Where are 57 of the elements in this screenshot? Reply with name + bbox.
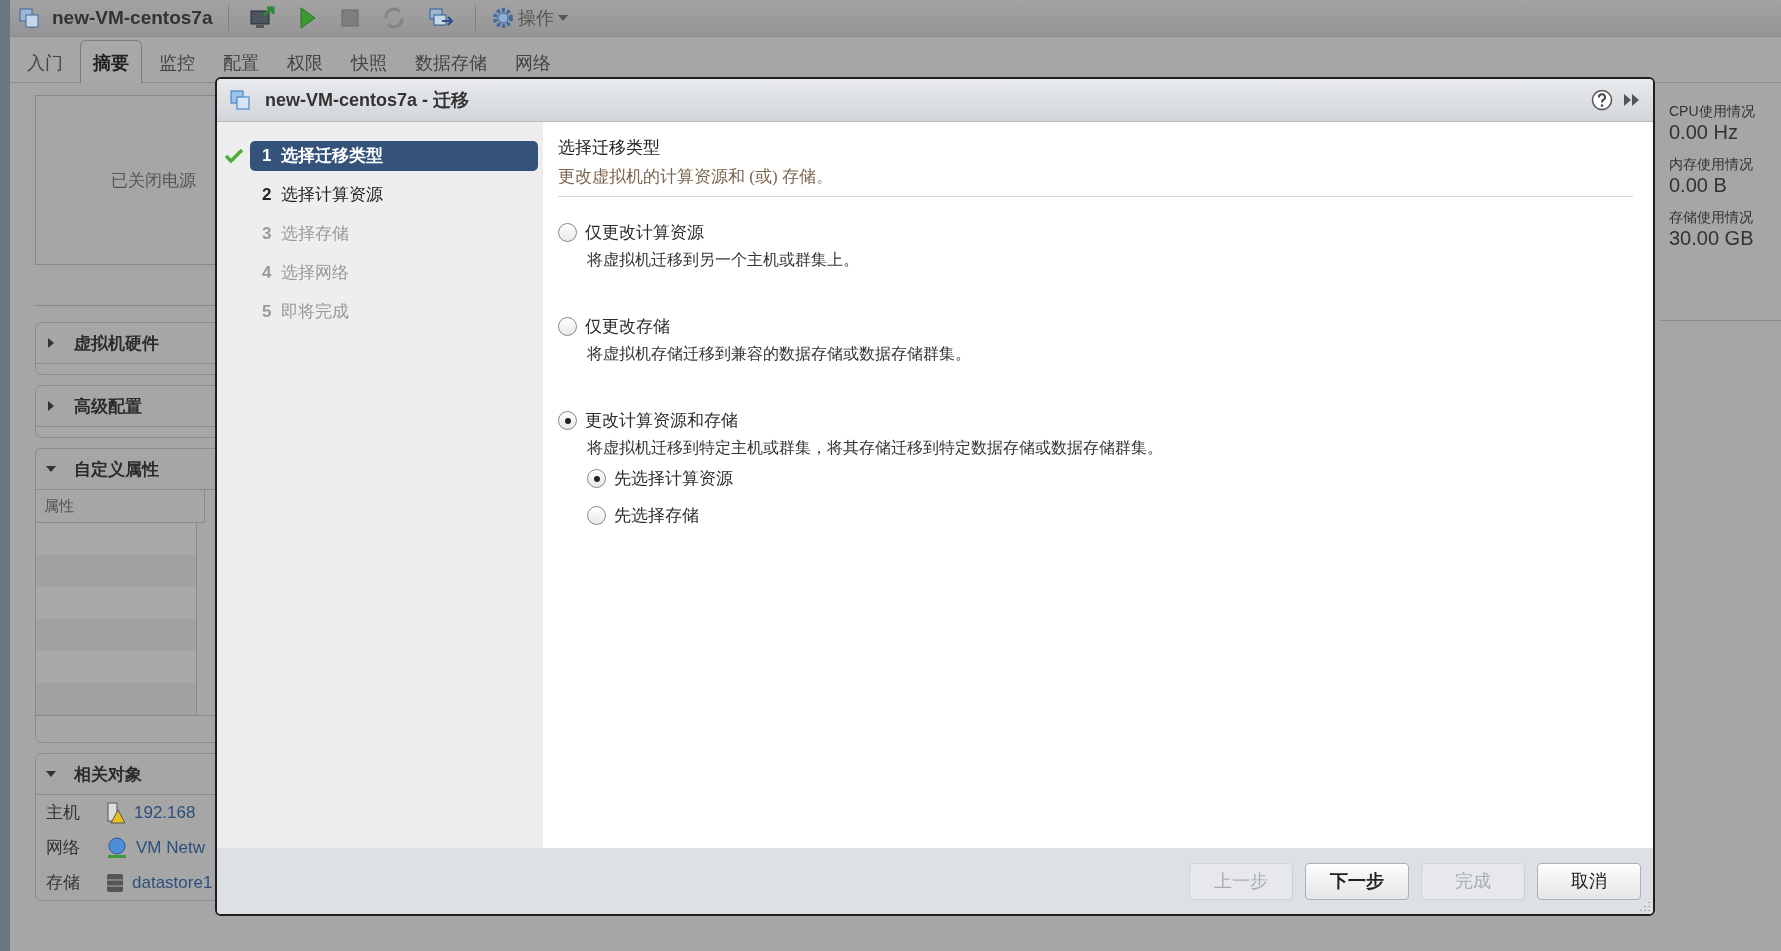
tab[interactable]: 配置 — [212, 42, 270, 82]
object-link[interactable]: 192.168 — [134, 802, 196, 823]
database-icon — [106, 872, 124, 893]
column-header: 属性 — [44, 496, 74, 516]
row-label: 主机 — [45, 802, 81, 824]
radio-option[interactable]: 更改计算资源和存储 — [558, 409, 1633, 432]
tab[interactable]: 监控 — [148, 42, 206, 82]
tab[interactable]: 权限 — [276, 42, 334, 82]
object-link[interactable]: datastore1 — [132, 872, 213, 893]
console-icon[interactable] — [250, 6, 277, 30]
actions-menu[interactable]: 操作 — [492, 6, 569, 30]
dialog-title: new-VM-centos7a - 迁移 — [265, 89, 470, 112]
vm-title: new-VM-centos7a — [52, 7, 213, 29]
tab[interactable]: 快照 — [340, 42, 398, 82]
usage-label: CPU使用情况 — [1669, 103, 1756, 121]
option-description: 将虚拟机迁移到特定主机或群集，将其存储迁移到特定数据存储或数据存储群集。 — [587, 438, 1164, 458]
page-subtitle: 更改虚拟机的计算资源和 (或) 存储。 — [558, 166, 834, 188]
usage-label: 内存使用情况 — [1669, 156, 1754, 174]
resize-grip-icon[interactable] — [1639, 900, 1651, 912]
usage-label: 存储使用情况 — [1669, 209, 1754, 227]
tab[interactable]: 摘要 — [80, 40, 142, 83]
row-label: 网络 — [45, 837, 81, 859]
radio-button[interactable] — [587, 506, 606, 525]
page-heading: 选择迁移类型 — [558, 137, 661, 159]
vm-icon — [18, 7, 40, 29]
tab[interactable]: 网络 — [504, 42, 562, 82]
dialog-button[interactable]: 取消 — [1537, 862, 1641, 900]
tab[interactable]: 入门 — [16, 42, 74, 82]
help-icon[interactable] — [1591, 89, 1613, 111]
option-description: 将虚拟机迁移到另一个主机或群集上。 — [587, 250, 860, 270]
radio-option[interactable]: 先选择存储 — [587, 504, 1633, 527]
migrate-icon[interactable] — [428, 7, 455, 29]
wizard-step[interactable]: 2 选择计算资源 — [250, 179, 538, 210]
wizard-step[interactable]: 1 选择迁移类型 — [250, 140, 538, 171]
radio-option[interactable]: 先选择计算资源 — [587, 467, 1633, 490]
host-warning-icon — [106, 801, 126, 824]
object-link[interactable]: VM Netw — [136, 837, 205, 858]
tab[interactable]: 数据存储 — [404, 42, 498, 82]
stop-icon[interactable] — [340, 8, 361, 28]
caret-icon — [558, 15, 569, 21]
option-description: 将虚拟机存储迁移到兼容的数据存储或数据存储群集。 — [587, 344, 972, 364]
dialog-button[interactable]: 下一步 — [1305, 862, 1409, 900]
radio-button[interactable] — [558, 411, 577, 430]
usage-value: 0.00 Hz — [1669, 121, 1739, 144]
radio-option[interactable]: 仅更改计算资源 — [558, 221, 1633, 244]
radio-button[interactable] — [558, 317, 577, 336]
vm-icon — [229, 89, 251, 111]
radio-button[interactable] — [587, 469, 606, 488]
gear-icon — [492, 7, 515, 29]
power-state: 已关闭电源 — [111, 169, 196, 192]
usage-value: 0.00 B — [1669, 174, 1728, 197]
radio-button[interactable] — [558, 223, 577, 242]
usage-value: 30.00 GB — [1669, 227, 1755, 250]
row-label: 存储 — [45, 872, 81, 894]
globe-icon — [106, 836, 128, 859]
radio-option[interactable]: 仅更改存储 — [558, 315, 1633, 338]
expand-icon[interactable] — [1623, 92, 1641, 108]
